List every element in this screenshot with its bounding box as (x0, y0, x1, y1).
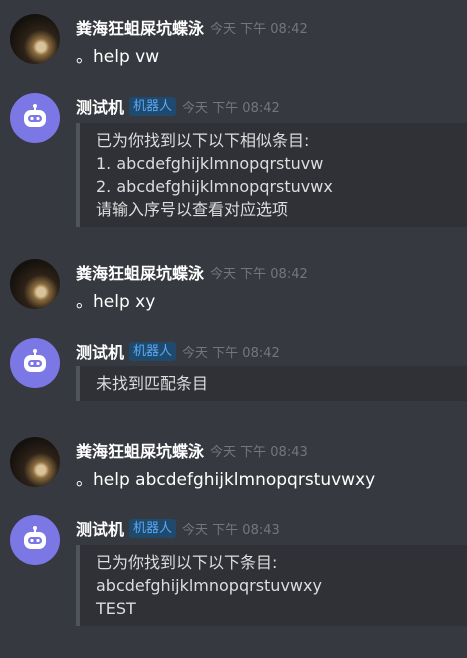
timestamp: 今天 下午 08:42 (210, 266, 308, 282)
bot-reply-block: 未找到匹配条目 (76, 366, 467, 401)
author-name[interactable]: 粪海狂蛆屎坑蝶泳 (76, 15, 204, 39)
message-text: 。help vw (76, 47, 160, 67)
message-header: 测试机 机器人 今天 下午 08:42 (76, 338, 280, 364)
robot-icon (24, 526, 46, 549)
user-avatar[interactable] (10, 259, 60, 309)
bot-reply-block: 已为你找到以下以下条目: abcdefghijklmnopqrstuvwxy T… (76, 545, 467, 626)
message-text: 。help xy (76, 292, 156, 312)
bot-badge: 机器人 (129, 341, 177, 361)
timestamp: 今天 下午 08:43 (210, 444, 308, 460)
reply-line: 请输入序号以查看对应选项 (96, 200, 289, 219)
timestamp: 今天 下午 08:43 (182, 522, 280, 538)
timestamp: 今天 下午 08:42 (182, 100, 280, 116)
author-name[interactable]: 测试机 (76, 94, 124, 118)
timestamp: 今天 下午 08:42 (182, 345, 280, 361)
author-name[interactable]: 测试机 (76, 516, 124, 540)
message-header: 粪海狂蛆屎坑蝶泳 今天 下午 08:42 (76, 14, 308, 40)
timestamp: 今天 下午 08:42 (210, 21, 308, 37)
reply-line: 已为你找到以下以下相似条目: (96, 131, 310, 150)
author-name[interactable]: 测试机 (76, 339, 124, 363)
message-header: 粪海狂蛆屎坑蝶泳 今天 下午 08:42 (76, 259, 308, 285)
reply-line: 2. abcdefghijklmnopqrstuvwx (96, 177, 333, 196)
reply-line: 1. abcdefghijklmnopqrstuvw (96, 154, 324, 173)
reply-line: 未找到匹配条目 (96, 374, 209, 393)
bot-avatar[interactable] (10, 515, 60, 565)
author-name[interactable]: 粪海狂蛆屎坑蝶泳 (76, 438, 204, 462)
bot-reply-block: 已为你找到以下以下相似条目: 1. abcdefghijklmnopqrstuv… (76, 123, 467, 227)
reply-line: TEST (96, 599, 136, 618)
bot-badge: 机器人 (129, 96, 177, 116)
reply-line: abcdefghijklmnopqrstuvwxy (96, 576, 322, 595)
author-name[interactable]: 粪海狂蛆屎坑蝶泳 (76, 260, 204, 284)
user-avatar[interactable] (10, 437, 60, 487)
message-text: 。help abcdefghijklmnopqrstuvwxy (76, 470, 376, 490)
user-avatar[interactable] (10, 14, 60, 64)
bot-avatar[interactable] (10, 93, 60, 143)
message-header: 粪海狂蛆屎坑蝶泳 今天 下午 08:43 (76, 437, 308, 463)
robot-icon (24, 104, 46, 127)
reply-line: 已为你找到以下以下条目: (96, 553, 278, 572)
message-header: 测试机 机器人 今天 下午 08:43 (76, 515, 280, 541)
bot-badge: 机器人 (129, 518, 177, 538)
bot-avatar[interactable] (10, 338, 60, 388)
robot-icon (24, 349, 46, 372)
message-header: 测试机 机器人 今天 下午 08:42 (76, 93, 280, 119)
